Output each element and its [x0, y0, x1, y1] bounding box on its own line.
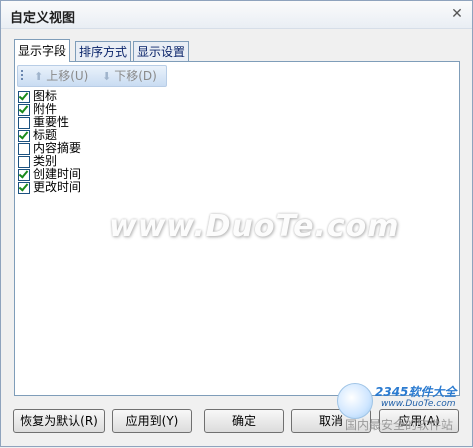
- list-item[interactable]: 更改时间: [18, 181, 81, 194]
- field-checkbox[interactable]: [18, 156, 30, 168]
- field-label: 图标: [33, 89, 58, 103]
- tab-display-settings[interactable]: 显示设置: [133, 41, 190, 62]
- move-down-button[interactable]: ⬇ 下移(D): [102, 68, 157, 84]
- field-label: 重要性: [33, 115, 70, 129]
- field-checkbox[interactable]: [18, 143, 30, 155]
- reset-default-button[interactable]: 恢复为默认(R): [13, 409, 105, 433]
- field-checkbox[interactable]: [18, 130, 30, 142]
- field-checkbox[interactable]: [18, 169, 30, 181]
- badge-url: www.DuoTe.com: [381, 399, 456, 409]
- field-label: 附件: [33, 102, 58, 116]
- field-label: 标题: [33, 128, 58, 142]
- arrow-down-icon: ⬇: [102, 70, 112, 83]
- site-badge: 2345软件大全 www.DuoTe.com 国内最安全的软件站: [331, 379, 473, 448]
- window-title: 自定义视图: [10, 11, 76, 26]
- arrow-up-icon: ⬆: [34, 70, 44, 83]
- field-checkbox[interactable]: [18, 117, 30, 129]
- move-up-button[interactable]: ⬆ 上移(U): [34, 68, 88, 84]
- ok-button[interactable]: 确定: [204, 409, 284, 433]
- mascot-icon: [337, 383, 373, 419]
- close-icon[interactable]: ✕: [450, 7, 464, 21]
- move-down-label: 下移(D): [114, 69, 157, 83]
- watermark: www.DuoTe.com: [109, 209, 400, 244]
- field-checkbox[interactable]: [18, 91, 30, 103]
- field-label: 内容摘要: [33, 141, 82, 155]
- field-label: 更改时间: [33, 180, 82, 194]
- field-list: 图标 附件 重要性 标题 内容摘要 类别 创建时间 更改时间: [18, 90, 81, 194]
- tab-display-fields[interactable]: 显示字段: [14, 39, 71, 62]
- field-label: 类别: [33, 154, 58, 168]
- field-label: 创建时间: [33, 167, 82, 181]
- badge-brand: 2345软件大全: [375, 385, 457, 399]
- tab-sort-order[interactable]: 排序方式: [75, 41, 132, 62]
- field-checkbox[interactable]: [18, 104, 30, 116]
- move-up-label: 上移(U): [46, 69, 89, 83]
- title-bar[interactable]: 自定义视图 ✕: [1, 1, 472, 29]
- custom-view-dialog: 自定义视图 ✕ 显示字段 排序方式 显示设置 ⬆ 上移(U) ⬇ 下移(D) 图标 …: [0, 0, 473, 447]
- field-checkbox[interactable]: [18, 182, 30, 194]
- field-toolbar: ⬆ 上移(U) ⬇ 下移(D): [17, 65, 167, 87]
- apply-to-button[interactable]: 应用到(Y): [112, 409, 192, 433]
- toolbar-grip-icon[interactable]: [21, 70, 23, 82]
- badge-slogan: 国内最安全的软件站: [345, 418, 454, 432]
